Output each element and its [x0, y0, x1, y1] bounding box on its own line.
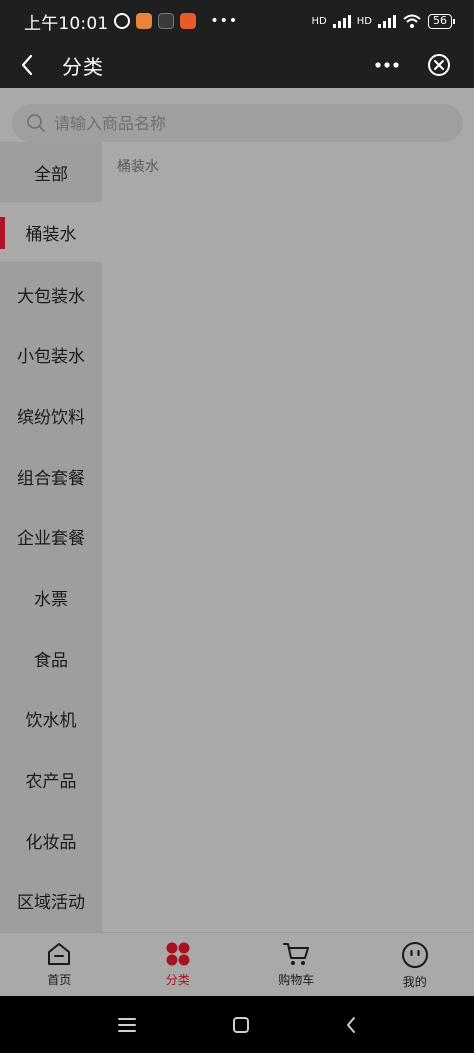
tab-cart[interactable]: 购物车 [237, 933, 356, 996]
home-icon [48, 943, 71, 965]
search-box[interactable] [12, 104, 463, 142]
close-icon [428, 54, 450, 76]
sidebar-item-label: 桶装水 [25, 224, 77, 245]
search-icon [27, 114, 45, 132]
signal-icon [378, 14, 396, 28]
sidebar-item-small-pack-water[interactable]: 小包装水 [0, 324, 102, 384]
sidebar-item-bucket-water[interactable]: 桶装水 [0, 202, 102, 262]
nav-bar: 分类 [0, 42, 474, 88]
signal-icon [332, 14, 351, 28]
sidebar-item-label: 水票 [34, 589, 68, 610]
chevron-left-icon [21, 54, 33, 76]
category-section-title: 桶装水 [117, 159, 159, 175]
sidebar-item-label: 小包装水 [17, 346, 85, 367]
sidebar-item-label: 区域活动 [17, 892, 85, 913]
tab-home[interactable]: 首页 [0, 933, 119, 996]
sidebar-item-combo[interactable]: 组合套餐 [0, 446, 102, 506]
sidebar-item-water-ticket[interactable]: 水票 [0, 567, 102, 627]
more-notifications-icon: ••• [210, 13, 239, 29]
sidebar-item-label: 缤纷饮料 [17, 407, 85, 428]
sidebar-item-farm-products[interactable]: 农产品 [0, 749, 102, 809]
sidebar-item-label: 饮水机 [25, 710, 77, 731]
back-icon[interactable] [345, 1016, 357, 1034]
sidebar-item-label: 企业套餐 [17, 528, 85, 549]
sidebar-item-large-pack-water[interactable]: 大包装水 [0, 264, 102, 324]
tab-label: 首页 [47, 973, 72, 987]
sidebar-item-label: 食品 [34, 650, 68, 671]
battery-icon: 56 [428, 13, 455, 29]
sidebar-item-food[interactable]: 食品 [0, 628, 102, 688]
profile-icon [401, 942, 428, 968]
sidebar-item-regional-events[interactable]: 区域活动 [0, 870, 102, 930]
status-time: 上午10:01 [24, 13, 109, 34]
sidebar-item-label: 全部 [34, 164, 68, 185]
sidebar-item-label: 化妆品 [25, 832, 77, 853]
status-right: HD HD 56 [311, 13, 455, 29]
app-notification-icon [158, 13, 175, 29]
more-button[interactable] [372, 50, 402, 80]
sidebar-item-label: 大包装水 [17, 286, 85, 307]
mini-program-capsule [372, 50, 454, 80]
tab-profile[interactable]: 我的 [356, 933, 474, 996]
status-bar: 上午10:01 ••• HD HD 56 [0, 0, 474, 42]
home-square-icon[interactable] [232, 1016, 250, 1034]
close-button[interactable] [424, 50, 454, 80]
app-notification-icon [136, 13, 153, 29]
search-input[interactable] [54, 113, 434, 133]
system-nav-bar [0, 996, 474, 1053]
menu-icon[interactable] [117, 1017, 137, 1033]
more-dots-icon [375, 62, 399, 68]
tab-category[interactable]: 分类 [119, 933, 238, 996]
category-sidebar: 全部 桶装水 大包装水 小包装水 缤纷饮料 组合套餐 企业套餐 水票 食品 饮水… [0, 142, 102, 932]
sidebar-item-label: 组合套餐 [17, 468, 85, 489]
wifi-icon [403, 14, 421, 28]
sidebar-item-enterprise-combo[interactable]: 企业套餐 [0, 506, 102, 566]
back-button[interactable] [2, 42, 52, 88]
category-icon [166, 942, 190, 966]
sidebar-item-all[interactable]: 全部 [0, 142, 102, 202]
alarm-icon [114, 13, 131, 29]
bottom-tab-bar: 首页 分类 购物车 我的 [0, 932, 474, 996]
tab-label: 分类 [165, 973, 190, 987]
page-title: 分类 [62, 54, 104, 79]
tab-label: 购物车 [278, 973, 315, 987]
tab-label: 我的 [402, 975, 427, 989]
sidebar-item-beverages[interactable]: 缤纷饮料 [0, 385, 102, 445]
sidebar-item-cosmetics[interactable]: 化妆品 [0, 810, 102, 870]
notification-icons: ••• [114, 13, 238, 29]
sidebar-item-water-dispenser[interactable]: 饮水机 [0, 688, 102, 748]
sidebar-item-label: 农产品 [25, 771, 77, 792]
hd-label: HD [356, 15, 372, 27]
cart-icon [283, 943, 310, 965]
hd-label: HD [311, 15, 327, 27]
app-notification-icon [180, 13, 197, 29]
